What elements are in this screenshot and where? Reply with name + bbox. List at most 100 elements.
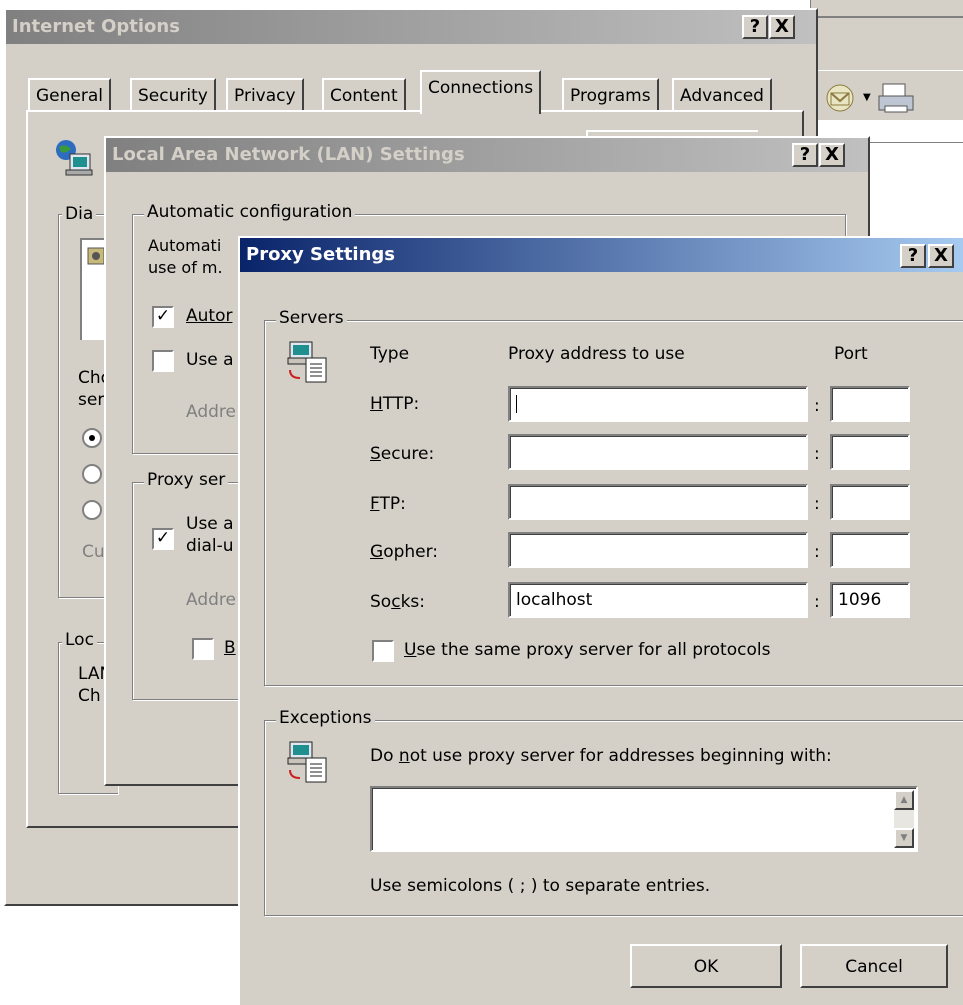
phone-icon [87, 247, 105, 265]
internet-options-title: Internet Options [12, 16, 180, 37]
radio-always-dial[interactable] [82, 500, 102, 520]
browser-side-panel [866, 180, 963, 240]
auto-config-desc-2: use of m. [148, 258, 223, 277]
col-type-header: Type [370, 344, 410, 364]
gopher-port-field[interactable] [830, 532, 910, 568]
autodetect-label[interactable]: Autor [186, 306, 232, 326]
proxy-settings-title: Proxy Settings [246, 244, 396, 265]
mail-icon[interactable] [825, 82, 859, 112]
browser-toolbar-line-2 [811, 70, 963, 71]
http-address-field[interactable] [508, 386, 808, 422]
bypass-label-text: B [224, 638, 236, 658]
autodetect-label-text: Autor [186, 306, 233, 326]
tab-general[interactable]: General [28, 78, 111, 112]
proxy-help-glyph: ? [907, 245, 919, 266]
gopher-label: Gopher: [370, 542, 439, 562]
radio-dial-whenever[interactable] [82, 464, 102, 484]
lan-close-glyph: X [825, 144, 839, 165]
server-text-partial: ser [78, 390, 105, 410]
proxy-close-glyph: X [934, 245, 948, 266]
same-proxy-checkbox[interactable] [372, 640, 394, 662]
secure-label: Secure: [370, 444, 435, 464]
same-proxy-label[interactable]: Use the same proxy server for all protoc… [404, 640, 770, 660]
scroll-up-arrow[interactable]: ▲ [894, 790, 914, 810]
tab-programs[interactable]: Programs [562, 78, 659, 112]
bypass-local-checkbox[interactable] [192, 638, 214, 660]
mail-dropdown-icon[interactable]: ▼ [863, 92, 871, 103]
globe-computer-icon [54, 138, 94, 178]
proxy-legend: Proxy ser [144, 470, 229, 490]
autodetect-checkbox[interactable]: ✓ [152, 306, 174, 328]
ok-label: OK [693, 957, 719, 977]
ftp-address-field[interactable] [508, 484, 808, 520]
exceptions-textarea[interactable] [370, 786, 918, 852]
browser-toolbar-line [811, 16, 963, 18]
close-button[interactable]: X [769, 15, 795, 39]
text-cursor [516, 395, 517, 413]
secure-port-field[interactable] [830, 434, 910, 470]
http-colon: : [814, 396, 820, 416]
socks-label: Socks: [370, 592, 425, 612]
http-label: HTTP: [370, 394, 420, 414]
use-proxy-label-1[interactable]: Use a [186, 514, 234, 534]
lan-help-button[interactable]: ? [792, 143, 818, 167]
servers-legend: Servers [276, 308, 347, 328]
exceptions-hint: Use semicolons ( ; ) to separate entries… [370, 876, 711, 896]
secure-address-field[interactable] [508, 434, 808, 470]
internet-options-titlebar: Internet Options [6, 10, 816, 44]
print-icon[interactable] [875, 80, 919, 116]
help-button[interactable]: ? [742, 15, 768, 39]
radio-never-dial[interactable] [82, 428, 102, 448]
lan-close-button[interactable]: X [819, 143, 845, 167]
current-text-partial: Cu [82, 542, 105, 562]
ok-button[interactable]: OK [630, 944, 782, 988]
use-proxy-checkbox[interactable]: ✓ [152, 528, 174, 550]
lan-settings-titlebar: Local Area Network (LAN) Settings [106, 138, 868, 172]
tab-privacy[interactable]: Privacy [226, 78, 304, 112]
gopher-address-field[interactable] [508, 532, 808, 568]
help-glyph: ? [749, 16, 761, 37]
cancel-label: Cancel [845, 957, 903, 977]
tab-connections[interactable]: Connections [420, 70, 542, 114]
auto-config-desc-1: Automati [148, 236, 222, 255]
script-address-label: Addre [186, 402, 236, 422]
scroll-down-arrow[interactable]: ▼ [894, 828, 914, 848]
tab-advanced[interactable]: Advanced [672, 78, 772, 112]
proxy-settings-titlebar: Proxy Settings [240, 238, 963, 272]
close-glyph: X [775, 16, 789, 37]
lan-text-partial-2: Ch [78, 686, 101, 706]
proxy-close-button[interactable]: X [928, 244, 954, 268]
socks-colon: : [814, 592, 820, 612]
proxy-help-button[interactable]: ? [900, 244, 926, 268]
tab-content[interactable]: Content [322, 78, 406, 112]
proxy-settings-dialog: Proxy Settings ? X Servers Type Proxy ad… [238, 236, 963, 1005]
secure-colon: : [814, 444, 820, 464]
exceptions-description: Do not use proxy server for addresses be… [370, 746, 832, 766]
proxy-address-label: Addre [186, 590, 236, 610]
tab-security[interactable]: Security [130, 78, 216, 112]
http-port-field[interactable] [830, 386, 910, 422]
socks-address-value: localhost [516, 590, 593, 610]
bypass-local-label[interactable]: B [224, 638, 236, 658]
exceptions-icon [284, 738, 334, 788]
ftp-port-field[interactable] [830, 484, 910, 520]
auto-config-legend: Automatic configuration [144, 202, 356, 222]
dialup-legend: Dia [62, 204, 97, 224]
use-script-label[interactable]: Use a [186, 350, 234, 370]
servers-icon [284, 338, 334, 388]
gopher-colon: : [814, 542, 820, 562]
lan-legend: Loc [62, 630, 97, 650]
col-address-header: Proxy address to use [508, 344, 685, 364]
lan-help-glyph: ? [799, 144, 811, 165]
lan-settings-title: Local Area Network (LAN) Settings [112, 144, 465, 165]
use-script-checkbox[interactable] [152, 350, 174, 372]
socks-port-field[interactable]: 1096 [830, 582, 910, 618]
exceptions-scrollbar[interactable]: ▲ ▼ [894, 790, 914, 848]
browser-address-field[interactable] [869, 142, 963, 182]
socks-port-value: 1096 [838, 590, 882, 610]
socks-address-field[interactable]: localhost [508, 582, 808, 618]
browser-window: ▼ [810, 0, 963, 182]
use-proxy-label-2[interactable]: dial-u [186, 536, 234, 556]
ftp-label: FTP: [370, 494, 406, 514]
cancel-button[interactable]: Cancel [800, 944, 948, 988]
